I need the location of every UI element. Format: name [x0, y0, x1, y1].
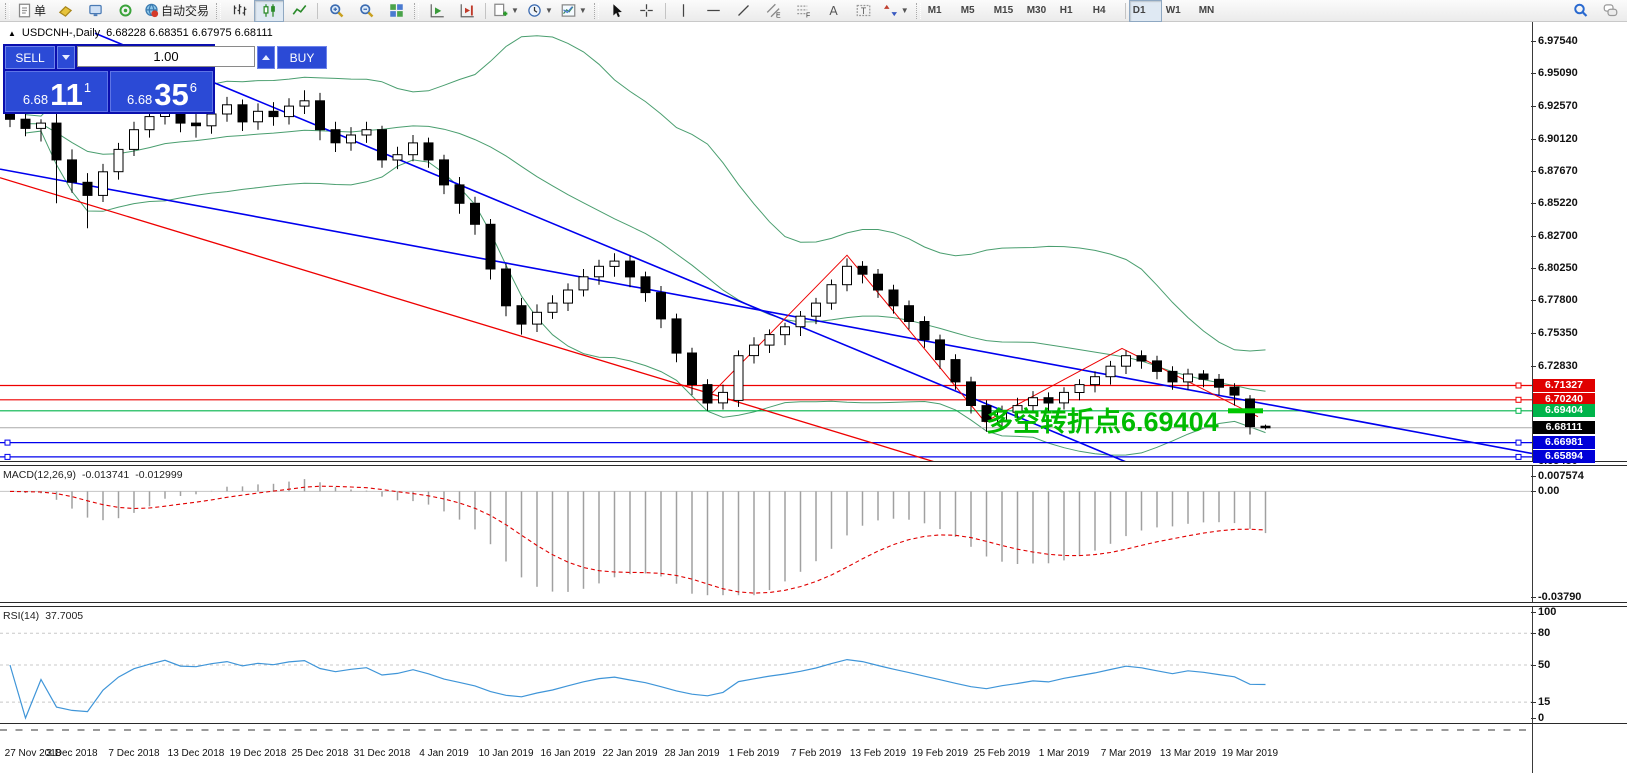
price-axis-label: 6.87670	[1538, 165, 1578, 177]
price-axis-label: 6.72830	[1538, 360, 1578, 372]
rsi-axis-label: 0	[1538, 712, 1544, 724]
macd-main-value: -0.013741	[82, 469, 129, 481]
price-axis-badge: 6.69404	[1533, 404, 1595, 417]
up-arrow-icon	[262, 55, 270, 60]
price-axis-tick	[1531, 171, 1536, 172]
price-axis-label: 6.92570	[1538, 100, 1578, 112]
time-axis-label: 16 Jan 2019	[535, 748, 601, 759]
rsi-axis-tick	[1531, 718, 1536, 719]
annotation-text[interactable]: 多空转折点6.69404	[986, 400, 1219, 439]
buy-price-box[interactable]: 6.68356	[110, 71, 213, 112]
price-axis-tick	[1531, 333, 1536, 334]
volume-input[interactable]	[77, 46, 255, 67]
sell-price-box[interactable]: 6.68111	[5, 71, 108, 112]
time-axis-ticks	[0, 729, 1532, 731]
macd-label: MACD(12,26,9) -0.013741 -0.012999	[3, 469, 183, 481]
time-axis-label: 7 Dec 2018	[101, 748, 167, 759]
time-axis-label: 1 Mar 2019	[1031, 748, 1097, 759]
price-axis-label: 6.80250	[1538, 262, 1578, 274]
macd-signal-value: -0.012999	[135, 469, 182, 481]
time-axis-label: 7 Feb 2019	[783, 748, 849, 759]
price-axis-tick	[1531, 41, 1536, 42]
time-axis-label: 3 Dec 2018	[39, 748, 105, 759]
time-axis-label: 28 Jan 2019	[659, 748, 725, 759]
price-axis-label: 6.85220	[1538, 197, 1578, 209]
volume-down-button[interactable]	[57, 46, 75, 69]
rsi-axis-label: 50	[1538, 659, 1550, 671]
price-axis-badge: 6.68111	[1533, 421, 1595, 434]
macd-axis-tick	[1531, 476, 1536, 477]
time-axis-label: 7 Mar 2019	[1093, 748, 1159, 759]
price-axis-tick	[1531, 139, 1536, 140]
price-axis-tick	[1531, 236, 1536, 237]
price-axis-tick	[1531, 203, 1536, 204]
rsi-axis-label: 80	[1538, 627, 1550, 639]
price-axis-badge: 6.71327	[1533, 379, 1595, 392]
rsi-axis-tick	[1531, 702, 1536, 703]
rsi-label: RSI(14) 37.7005	[3, 610, 83, 622]
price-axis-label: 6.97540	[1538, 35, 1578, 47]
time-axis-label: 25 Feb 2019	[969, 748, 1035, 759]
macd-title: MACD(12,26,9)	[3, 469, 76, 481]
symbol-period-label: USDCNH-,Daily	[22, 27, 100, 39]
price-axis-label: 6.82700	[1538, 230, 1578, 242]
macd-axis-label: 0.007574	[1538, 470, 1584, 482]
down-arrow-icon	[62, 55, 70, 60]
time-axis-label: 4 Jan 2019	[411, 748, 477, 759]
time-axis-label: 19 Dec 2018	[225, 748, 291, 759]
buy-button[interactable]: BUY	[277, 46, 327, 69]
price-axis-tick	[1531, 300, 1536, 301]
sell-price-big: 11	[50, 80, 83, 109]
time-axis-label: 10 Jan 2019	[473, 748, 539, 759]
rsi-axis-label: 15	[1538, 696, 1550, 708]
macd-axis-label: 0.00	[1538, 485, 1559, 497]
time-axis-label: 19 Mar 2019	[1217, 748, 1283, 759]
macd-axis-tick	[1531, 491, 1536, 492]
collapse-panel-arrow[interactable]: ▲	[8, 29, 16, 38]
one-click-trading-panel: SELL BUY 6.68111 6.68356	[3, 44, 215, 114]
price-axis-label: 6.90120	[1538, 133, 1578, 145]
mt4-window: 单自动交易▼▼▼EFAT▼M1M5M15M30H1H4D1W1MN ▲ USDC…	[0, 0, 1627, 773]
buy-price-small: 6.68	[127, 92, 152, 107]
time-axis-label: 22 Jan 2019	[597, 748, 663, 759]
time-axis-label: 13 Dec 2018	[163, 748, 229, 759]
pane-separator[interactable]	[0, 461, 1627, 466]
price-chart-canvas[interactable]	[0, 0, 1627, 773]
rsi-axis-tick	[1531, 633, 1536, 634]
sell-price-small: 6.68	[23, 92, 48, 107]
time-axis-label: 31 Dec 2018	[349, 748, 415, 759]
sell-button[interactable]: SELL	[5, 46, 55, 69]
ohlc-values: 6.68228 6.68351 6.67975 6.68111	[106, 27, 273, 39]
time-axis-label: 1 Feb 2019	[721, 748, 787, 759]
price-axis-label: 6.77800	[1538, 294, 1578, 306]
price-axis-tick	[1531, 268, 1536, 269]
macd-axis-label: -0.03790	[1538, 591, 1581, 603]
buy-price-sup: 6	[190, 80, 197, 95]
time-axis-label: 25 Dec 2018	[287, 748, 353, 759]
buy-price-big: 35	[154, 80, 188, 109]
rsi-axis-tick	[1531, 665, 1536, 666]
rsi-axis-label: 100	[1538, 606, 1556, 618]
price-axis-tick	[1531, 366, 1536, 367]
time-axis-label: 19 Feb 2019	[907, 748, 973, 759]
rsi-value: 37.7005	[45, 610, 83, 622]
time-axis-label: 13 Mar 2019	[1155, 748, 1221, 759]
rsi-title: RSI(14)	[3, 610, 39, 622]
macd-axis-tick	[1531, 597, 1536, 598]
time-axis-border	[0, 723, 1627, 724]
pane-separator[interactable]	[0, 602, 1627, 607]
price-axis-tick	[1531, 73, 1536, 74]
rsi-axis-tick	[1531, 612, 1536, 613]
price-axis-badge: 6.65894	[1533, 450, 1595, 463]
price-axis-label: 6.95090	[1538, 67, 1578, 79]
price-axis-label: 6.75350	[1538, 327, 1578, 339]
time-axis-label: 13 Feb 2019	[845, 748, 911, 759]
chart-title: ▲ USDCNH-,Daily 6.68228 6.68351 6.67975 …	[8, 27, 273, 39]
sell-price-sup: 1	[84, 80, 91, 95]
volume-up-button[interactable]	[257, 46, 275, 69]
price-axis-tick	[1531, 106, 1536, 107]
price-axis-badge: 6.66981	[1533, 436, 1595, 449]
